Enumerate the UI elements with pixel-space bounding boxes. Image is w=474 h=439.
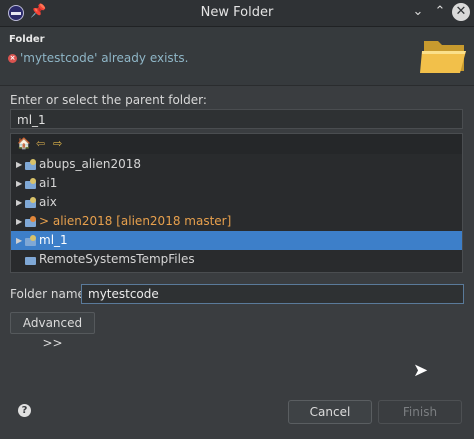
parent-folder-input[interactable]: ml_1 <box>10 109 463 129</box>
tree-item[interactable]: RemoteSystemsTempFiles <box>11 250 462 269</box>
expand-arrow-icon[interactable]: ▶ <box>16 193 22 212</box>
tree-item[interactable]: ▶ ai1 <box>11 174 462 193</box>
advanced-button[interactable]: Advanced >> <box>10 312 95 350</box>
folder-name-label: Folder name: <box>10 287 89 301</box>
back-arrow-icon[interactable]: ⇦ <box>36 137 45 150</box>
chevron-down-icon[interactable]: ⌄ <box>409 3 427 21</box>
home-icon[interactable]: 🏠 <box>17 137 31 150</box>
forward-arrow-icon[interactable]: ⇨ <box>53 137 62 150</box>
project-folder-icon <box>25 178 37 189</box>
tree-toolbar: 🏠 ⇦ ⇨ <box>11 134 462 154</box>
mouse-pointer-icon: ➤ <box>413 360 429 381</box>
project-folder-icon <box>25 159 37 170</box>
tree-item[interactable]: ▶ > alien2018 [alien2018 master] <box>11 212 462 231</box>
finish-button[interactable]: Finish <box>378 400 462 424</box>
parent-folder-label: Enter or select the parent folder: <box>10 93 207 107</box>
header-title: Folder <box>9 34 45 45</box>
error-message: 'mytestcode' already exists. <box>20 51 189 65</box>
dialog-header: Folder × 'mytestcode' already exists. <box>0 27 474 86</box>
folder-tree[interactable]: 🏠 ⇦ ⇨ ▶ abups_alien2018 ▶ ai1 ▶ aix ▶ > alien20… <box>10 133 463 273</box>
tree-item[interactable]: ▶ ml_1 <box>11 231 462 250</box>
expand-arrow-icon[interactable]: ▶ <box>16 174 22 193</box>
tree-item-label: abups_alien2018 <box>39 157 141 171</box>
expand-arrow-icon[interactable]: ▶ <box>16 212 22 231</box>
help-icon[interactable]: ? <box>18 404 31 417</box>
project-folder-icon <box>25 235 37 246</box>
tree-item-label: ai1 <box>39 176 58 190</box>
title-bar: 📌 New Folder ⌄ ⌃ ✕ <box>0 0 474 27</box>
project-folder-icon <box>25 254 37 265</box>
project-folder-icon <box>25 216 37 227</box>
error-icon: × <box>8 54 17 63</box>
close-icon[interactable]: ✕ <box>452 3 470 21</box>
tree-item[interactable]: ▶ aix <box>11 193 462 212</box>
folder-open-icon <box>420 41 466 73</box>
window-title: New Folder <box>200 5 274 20</box>
tree-item-label: > alien2018 [alien2018 master] <box>39 214 232 228</box>
tree-item-label: RemoteSystemsTempFiles <box>39 252 195 266</box>
folder-name-input[interactable]: mytestcode <box>81 284 464 304</box>
expand-arrow-icon[interactable]: ▶ <box>16 231 22 250</box>
project-folder-icon <box>25 197 37 208</box>
chevron-up-icon[interactable]: ⌃ <box>431 3 449 21</box>
expand-arrow-icon[interactable]: ▶ <box>16 155 22 174</box>
tree-item-label: aix <box>39 195 57 209</box>
cancel-button[interactable]: Cancel <box>288 400 372 424</box>
tree-item[interactable]: ▶ abups_alien2018 <box>11 155 462 174</box>
tree-item-label: ml_1 <box>39 233 68 247</box>
